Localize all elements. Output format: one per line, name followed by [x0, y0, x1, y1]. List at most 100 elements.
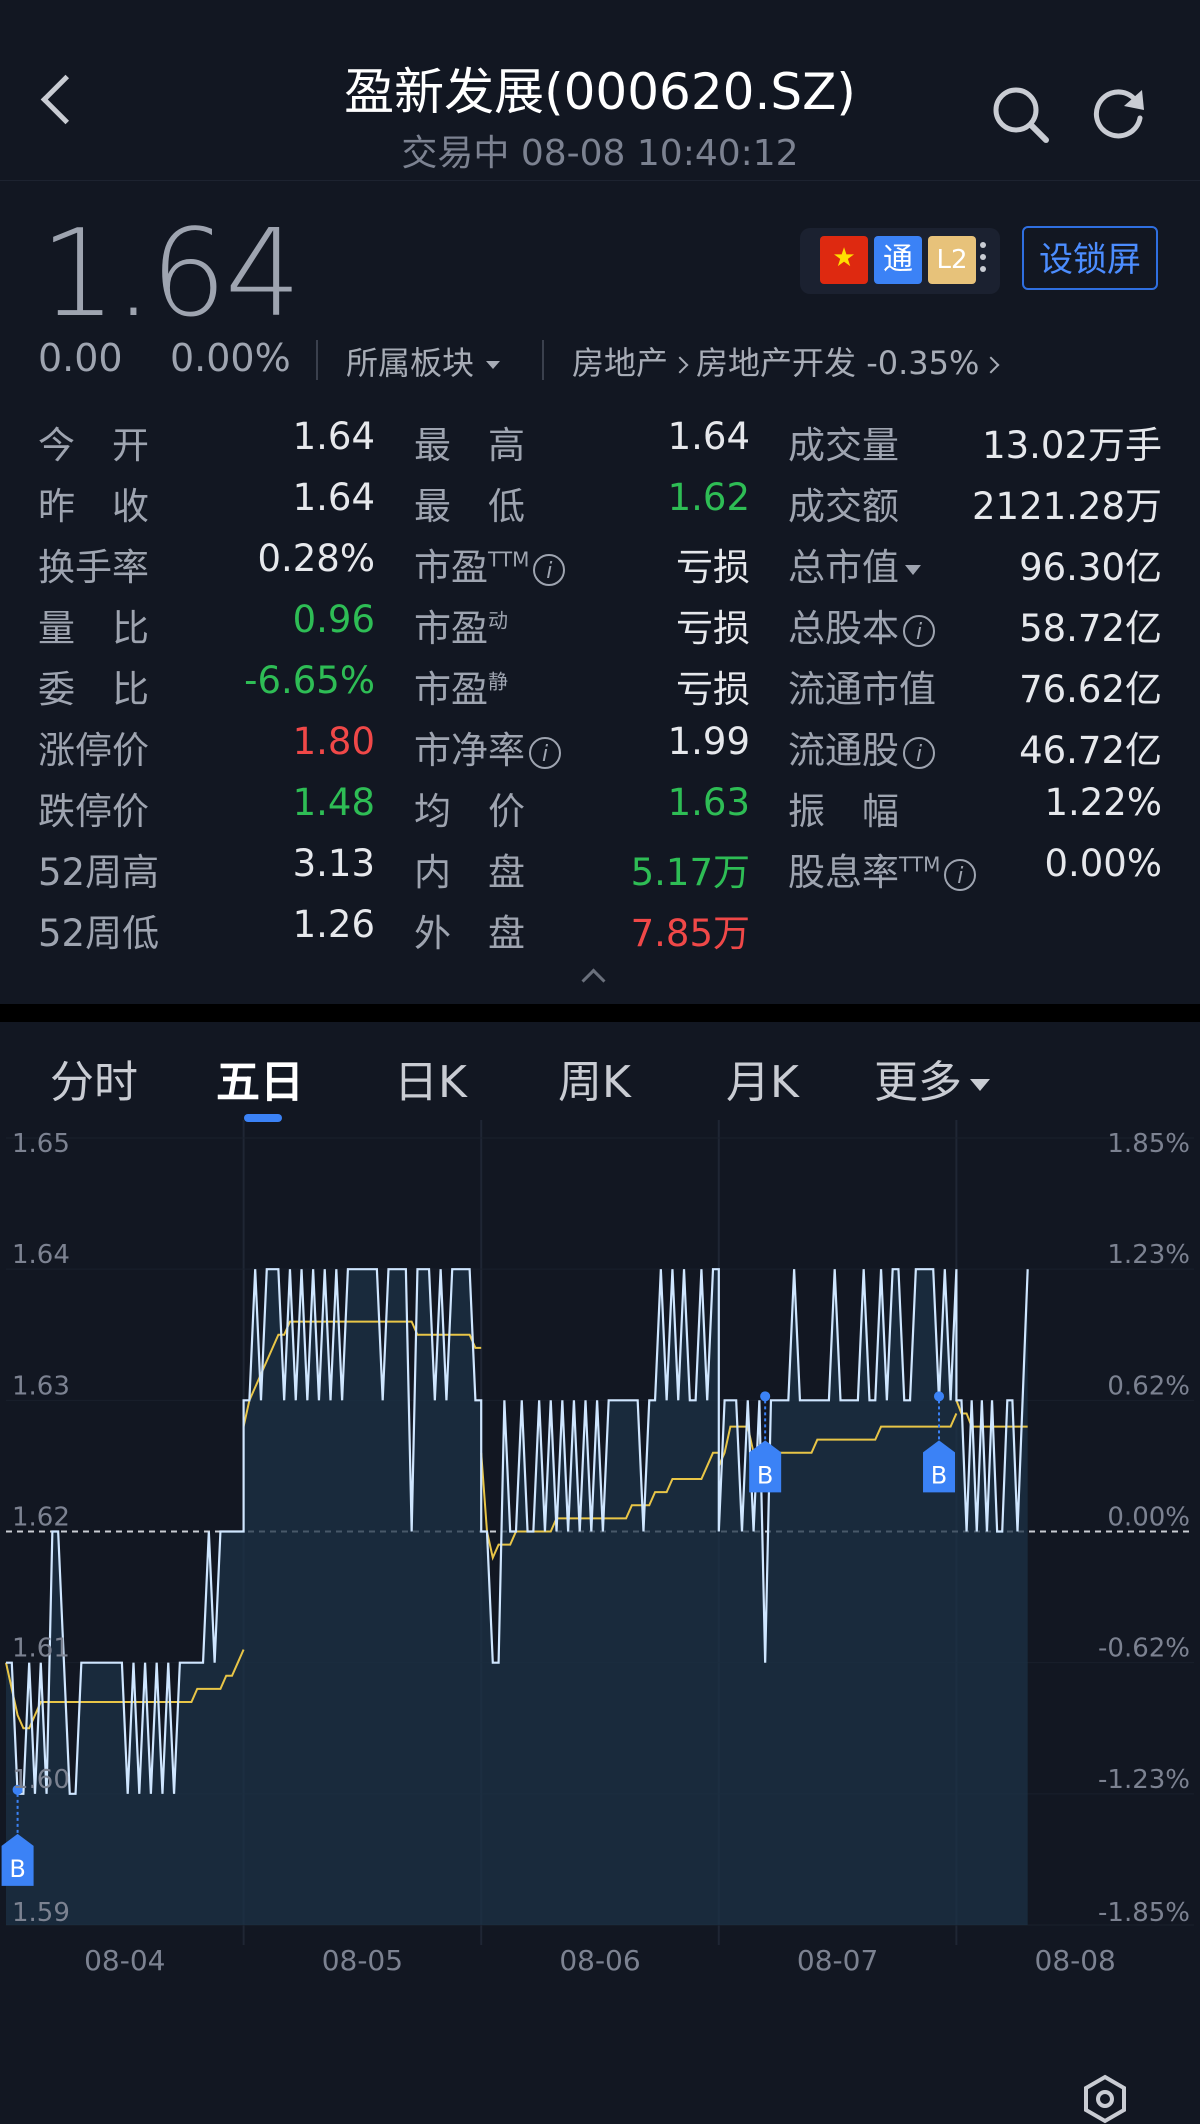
x-tick-day: 08-04 [84, 1944, 165, 1977]
y-tick-right: -0.62% [1098, 1634, 1190, 1664]
stat-value: 96.30亿 [1019, 546, 1162, 589]
info-icon[interactable]: i [944, 858, 977, 891]
stat-label-text: 今 开 [38, 424, 149, 467]
stat-label: 最 低 [414, 476, 525, 530]
stat-value: 0.28% [257, 537, 375, 580]
tab-monthly-k[interactable]: 月K [726, 1046, 799, 1110]
stat-label: 最 高 [414, 415, 525, 469]
industry-l2: 房地产开发 [696, 344, 857, 382]
stat-label-text: 52周低 [38, 912, 160, 955]
y-tick-left: 1.62 [12, 1503, 70, 1533]
stat-value: 1.64 [667, 415, 750, 458]
tab-five-day[interactable]: 五日 [216, 1046, 304, 1110]
stat-value: 0.00% [1044, 842, 1162, 885]
stat-label-text: 涨停价 [38, 729, 149, 772]
stat-label-text: 流通市值 [788, 668, 936, 711]
stat-label[interactable]: 股息率TTM i [788, 842, 977, 896]
chevron-right-icon [982, 356, 1000, 374]
stat-label-text: 均 价 [414, 790, 525, 833]
stat-label-text: 昨 收 [38, 485, 149, 528]
tab-weekly-k[interactable]: 周K [558, 1046, 631, 1110]
x-tick-day: 08-05 [322, 1944, 403, 1977]
stat-label: 52周高 [38, 842, 159, 896]
stat-label: 均 价 [414, 781, 525, 835]
stat-label: 流通市值 [788, 659, 936, 713]
stat-value: 1.99 [667, 720, 750, 763]
china-flag-icon: ★ [820, 236, 868, 284]
tab-more[interactable]: 更多 [874, 1046, 990, 1110]
stat-label: 成交额 [788, 476, 899, 530]
stat-value: 13.02万手 [982, 424, 1162, 467]
connect-badge: 通 [874, 236, 922, 284]
stat-value: 58.72亿 [1019, 607, 1162, 650]
stat-label[interactable]: 市盈TTM i [414, 537, 566, 591]
stat-label: 今 开 [38, 415, 149, 469]
stat-value: 亏损 [676, 668, 750, 711]
stat-label-text: 市盈 [414, 668, 488, 711]
stat-value: 0.96 [292, 598, 375, 641]
info-icon[interactable]: i [903, 614, 935, 647]
more-dots-icon[interactable] [980, 238, 988, 284]
stat-label-text: 最 高 [414, 424, 525, 467]
five-day-chart[interactable]: B B B 1.65 1.64 1.63 1.62 1.61 1.60 1.59 1.85% 1.2… [0, 1120, 1200, 2000]
buy-marker-label: B [9, 1855, 25, 1883]
divider [316, 340, 318, 380]
stat-label: 内 盘 [414, 842, 525, 896]
stat-label: 昨 收 [38, 476, 149, 530]
stat-value: 76.62亿 [1019, 668, 1162, 711]
y-tick-right: -1.23% [1098, 1765, 1190, 1795]
search-icon[interactable] [990, 84, 1052, 146]
stat-label-text: 52周高 [38, 851, 160, 894]
chevron-down-icon [905, 564, 921, 575]
stat-label-sup: 动 [488, 608, 508, 633]
y-tick-left: 1.63 [12, 1371, 70, 1401]
stat-label-text: 跌停价 [38, 790, 149, 833]
stat-label[interactable]: 市净率 i [414, 720, 561, 774]
stat-label[interactable]: 总市值 [788, 537, 921, 591]
info-icon[interactable]: i [529, 736, 561, 769]
divider [542, 340, 544, 380]
y-tick-left: 1.64 [12, 1240, 70, 1270]
stat-label: 市盈静 [414, 659, 508, 713]
info-icon[interactable]: i [533, 553, 566, 586]
level2-badge: L2 [928, 236, 976, 284]
stat-label[interactable]: 总股本 i [788, 598, 935, 652]
sector-dropdown[interactable]: 所属板块 [346, 338, 501, 384]
market-badges[interactable]: ★ 通 L2 [800, 228, 1000, 294]
stat-label-text: 市盈 [414, 607, 488, 650]
stat-value: -6.65% [244, 659, 375, 702]
tab-daily-k[interactable]: 日K [394, 1046, 467, 1110]
stat-value: 1.63 [667, 781, 750, 824]
refresh-icon[interactable] [1088, 82, 1150, 144]
price-change: 0.00 [38, 336, 123, 380]
stat-label-text: 市净率 [414, 729, 525, 772]
stat-label: 成交量 [788, 415, 899, 469]
stat-label[interactable]: 流通股 i [788, 720, 935, 774]
stat-label-sup: TTM [488, 547, 530, 572]
collapse-chevron-icon[interactable] [581, 968, 606, 993]
buy-marker-label: B [931, 1461, 947, 1489]
stat-value: 1.80 [292, 720, 375, 763]
stat-label-text: 最 低 [414, 485, 525, 528]
stat-label-text: 股息率 [788, 851, 899, 894]
stat-label-sup: 静 [488, 669, 508, 694]
stat-value: 1.64 [292, 476, 375, 519]
y-tick-left: 1.65 [12, 1129, 70, 1159]
stat-label: 涨停价 [38, 720, 149, 774]
info-icon[interactable]: i [903, 736, 935, 769]
lock-screen-button[interactable]: 设锁屏 [1022, 226, 1158, 290]
stat-label: 振 幅 [788, 781, 899, 835]
industry-breadcrumb[interactable]: 房地产 房地产开发 -0.35% [572, 338, 1007, 384]
y-tick-right: 1.85% [1107, 1129, 1190, 1159]
stat-value: 5.17万 [630, 851, 750, 894]
tab-intraday[interactable]: 分时 [50, 1046, 138, 1110]
price-area [6, 1269, 1028, 1925]
chevron-right-icon [671, 356, 689, 374]
chart-tabs: 分时 五日 日K 周K 月K 更多 [0, 1022, 1200, 2124]
stat-value: 1.64 [292, 415, 375, 458]
stat-label: 委 比 [38, 659, 149, 713]
settings-hex-icon[interactable] [1080, 2074, 1130, 2124]
y-tick-right: 0.62% [1107, 1371, 1190, 1401]
stat-label-text: 换手率 [38, 546, 149, 589]
price-fill [6, 1269, 1028, 1925]
